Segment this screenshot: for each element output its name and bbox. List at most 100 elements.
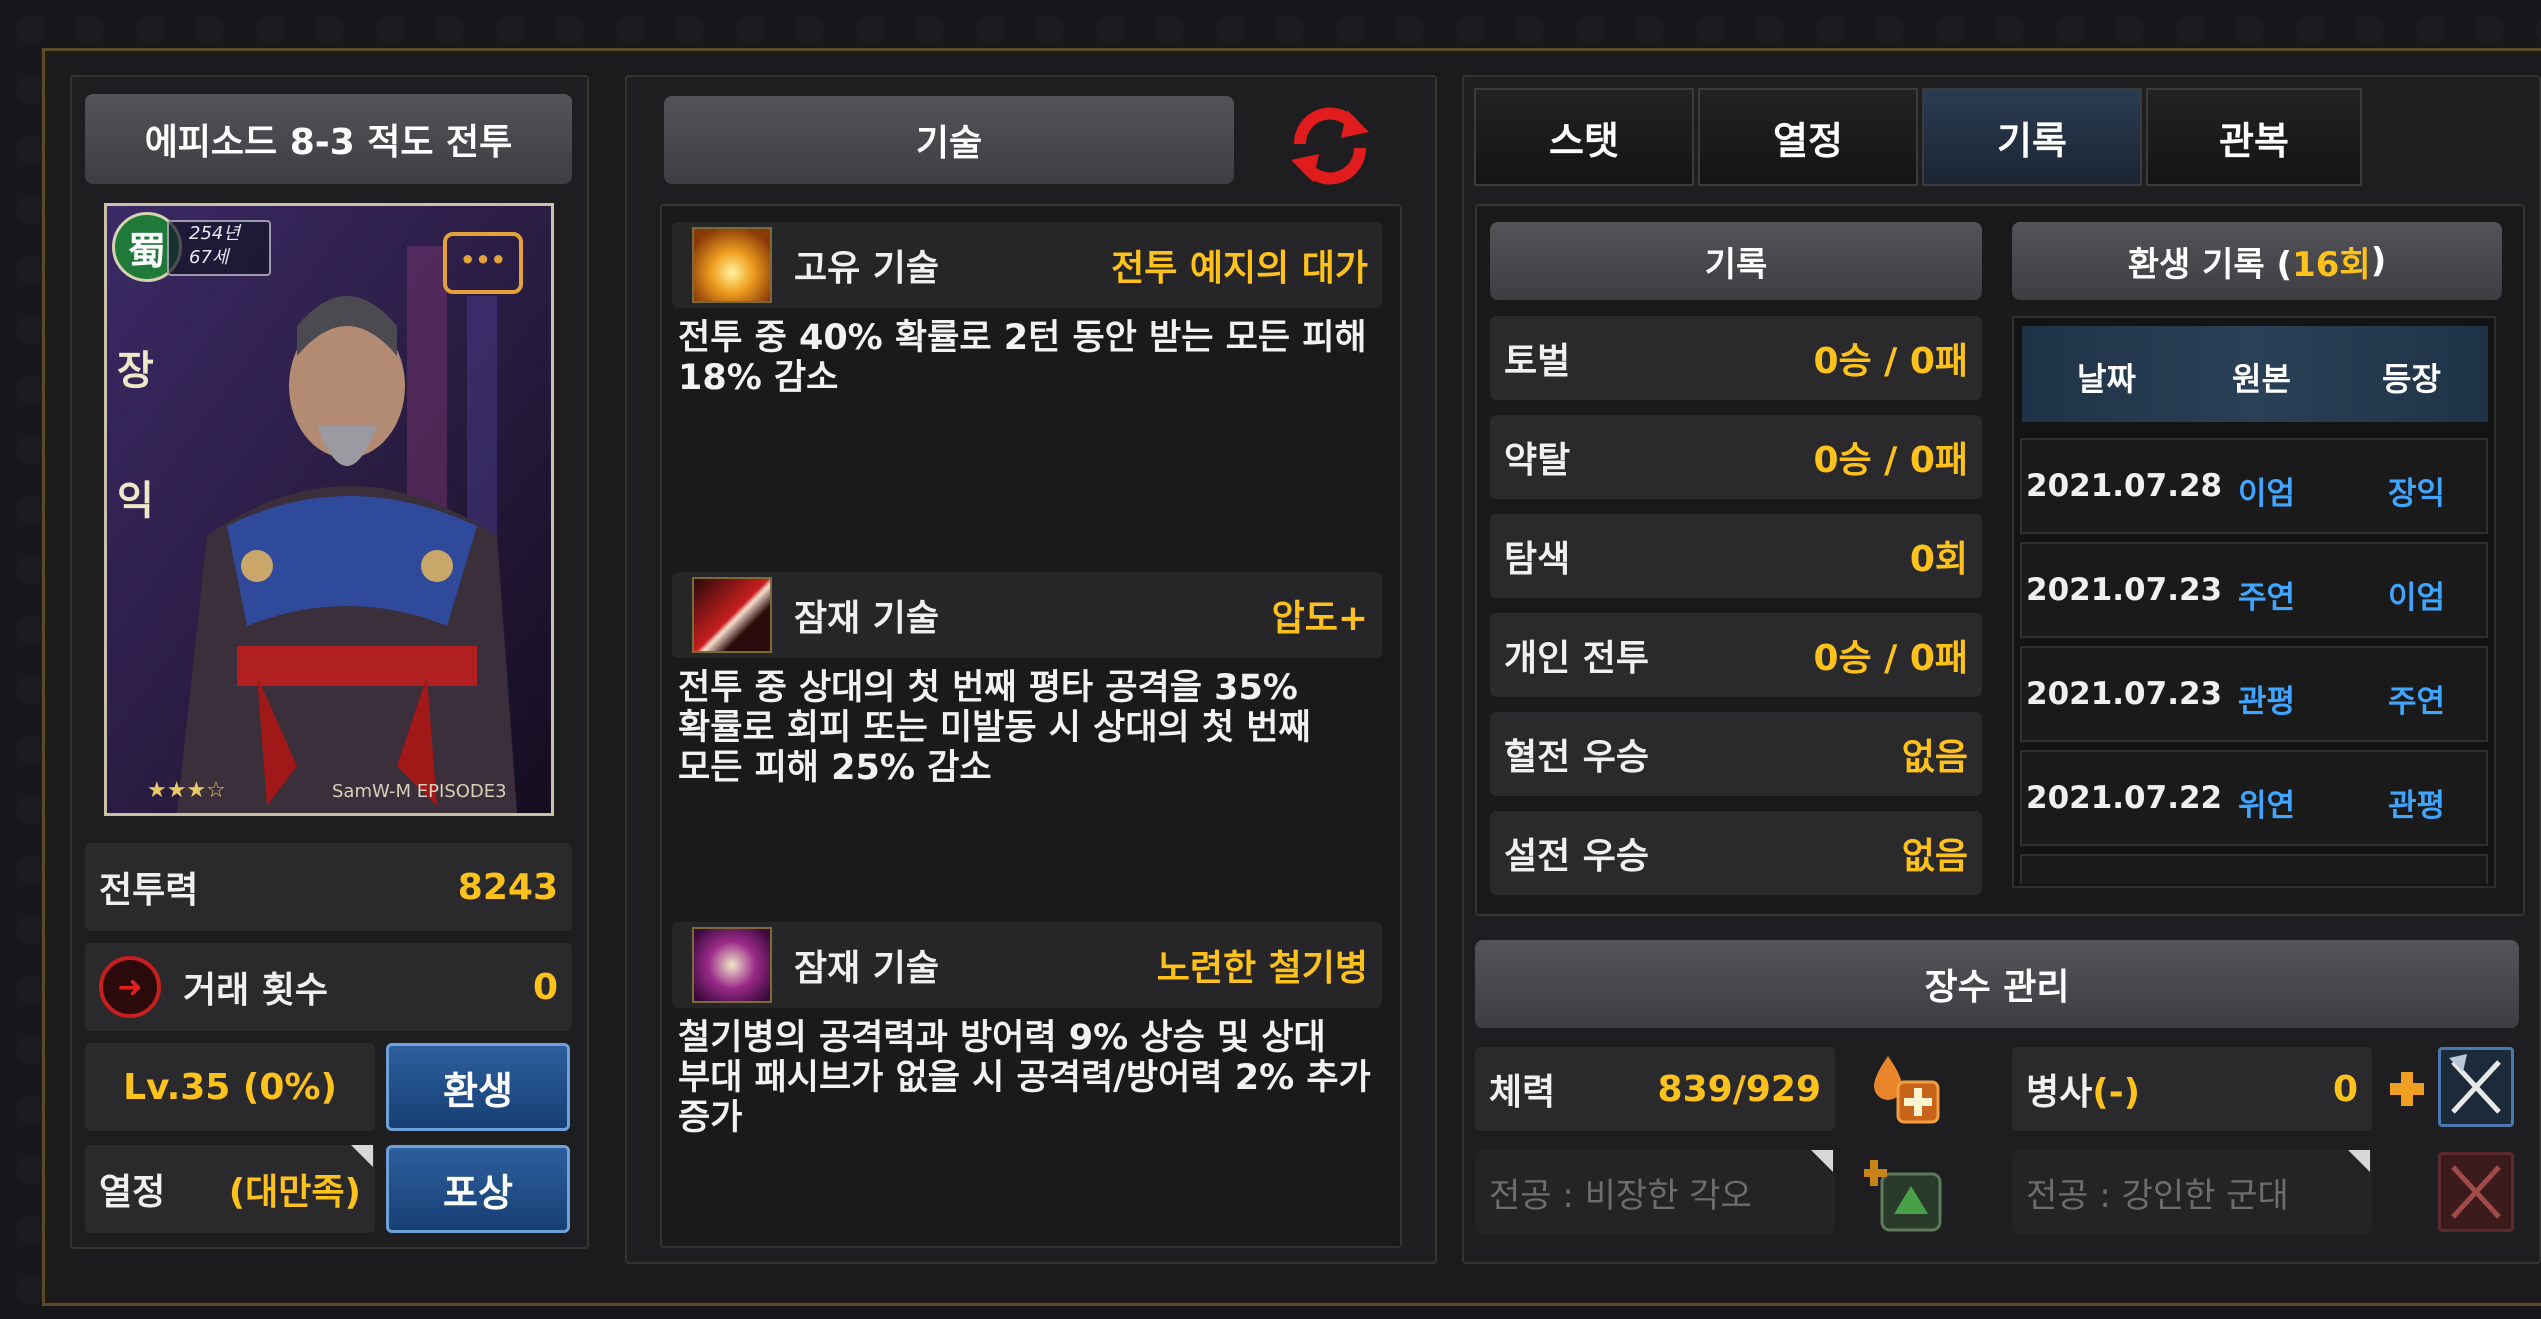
troop-suffix: (-)	[2092, 1072, 2141, 1113]
record-row-personal-battle: 개인 전투 0승 / 0패	[1490, 613, 1982, 697]
level-text: Lv.35 (0%)	[123, 1066, 337, 1108]
rebirth-to: 이엄	[2388, 580, 2446, 616]
troop-row: 병사(-) 0	[2012, 1047, 2372, 1131]
latent-skill-1-icon	[692, 577, 772, 653]
rebirth-from: 위연	[2238, 788, 2296, 824]
skill-name-3: 노련한 철기병	[1156, 948, 1368, 989]
add-troop-icon[interactable]	[2388, 1070, 2426, 1108]
merit-2-badge-icon[interactable]	[2438, 1152, 2514, 1232]
tab-outfit-label: 관복	[2219, 118, 2289, 163]
management-title: 장수 관리	[1475, 940, 2519, 1028]
hp-potion-icon[interactable]	[1868, 1052, 1944, 1128]
level-row: Lv.35 (0%)	[85, 1043, 375, 1131]
record-value-6: 없음	[1901, 836, 1968, 877]
arrow-right-icon[interactable]: ➜	[99, 956, 161, 1018]
skill-desc-3: 철기병의 공격력과 방어력 9% 상승 및 상대 부대 패시브가 없을 시 공격…	[678, 1018, 1398, 1138]
power-value: 8243	[457, 866, 558, 908]
rebirth-date: 2021.07.22	[2026, 780, 2223, 816]
reward-button[interactable]: 포상	[386, 1145, 570, 1233]
merit-slot-2[interactable]: 전공 : 강인한 군대	[2012, 1150, 2372, 1234]
year-badge: 254년 67세	[167, 220, 271, 276]
record-label-4: 개인 전투	[1504, 638, 1650, 679]
power-row: 전투력 8243	[85, 843, 572, 931]
skill-name-1: 전투 예지의 대가	[1111, 248, 1368, 289]
rebirth-row: 2021.07.22 위연 관평	[2020, 750, 2488, 846]
skill-desc-1-line-2: 18% 감소	[678, 358, 839, 398]
rebirth-title-prefix: 환생 기록 (	[2127, 244, 2293, 285]
power-label: 전투력	[99, 870, 199, 911]
rebirth-button[interactable]: 환생	[386, 1043, 570, 1131]
trade-row: ➜ 거래 횟수 0	[85, 943, 572, 1031]
passion-label: 열정	[99, 1172, 166, 1213]
rebirth-header-to: 등장	[2382, 360, 2441, 398]
episode-title-text: 에피소드 8-3 적도 전투	[144, 122, 513, 163]
rebirth-header-date: 날짜	[2077, 360, 2136, 398]
crossed-axes-icon[interactable]	[2438, 1047, 2514, 1127]
record-value-2: 0승 / 0패	[1813, 440, 1968, 481]
records-title: 기록	[1490, 222, 1982, 300]
record-label-3: 탐색	[1504, 539, 1571, 580]
rebirth-count: 16회	[2292, 244, 2371, 285]
record-value-4: 0승 / 0패	[1813, 638, 1968, 679]
chat-icon[interactable]: •••	[443, 232, 523, 294]
tab-stats-label: 스탯	[1549, 118, 1619, 163]
rebirth-title-suffix: )	[2370, 241, 2387, 281]
skill-desc-2-line-1: 전투 중 상대의 첫 번째 평타 공격을 35%	[678, 668, 1298, 708]
merit-2-corner-icon	[2348, 1150, 2370, 1172]
management-title-text: 장수 관리	[1924, 967, 2070, 1008]
rebirth-to: 장익	[2388, 476, 2446, 512]
skill-row-unique[interactable]: 고유 기술 전투 예지의 대가	[672, 222, 1382, 308]
tab-records[interactable]: 기록	[1922, 88, 2142, 186]
record-row-debate: 설전 우승 없음	[1490, 811, 1982, 895]
skill-type-1: 고유 기술	[794, 248, 940, 289]
rebirth-row: 2021.07.23 주연 이엄	[2020, 542, 2488, 638]
skill-desc-2-line-2: 확률로 회피 또는 미발동 시 상대의 첫 번째	[678, 708, 1311, 748]
rebirth-row: 2021.07.28 이엄 장익	[2020, 438, 2488, 534]
tab-records-label: 기록	[1997, 118, 2067, 163]
skill-desc-2: 전투 중 상대의 첫 번째 평타 공격을 35% 확률로 회피 또는 미발동 시…	[678, 668, 1378, 788]
skill-row-latent-2[interactable]: 잠재 기술 노련한 철기병	[672, 922, 1382, 1008]
record-label-5: 혈전 우승	[1504, 737, 1650, 778]
hp-row: 체력 839/929	[1475, 1047, 1835, 1131]
record-row-explore: 탐색 0회	[1490, 514, 1982, 598]
merit-1-badge-icon[interactable]	[1861, 1158, 1946, 1234]
age-text: 67세	[189, 247, 229, 268]
skill-desc-3-line-2: 부대 패시브가 없을 시 공격력/방어력 2% 추가	[678, 1058, 1371, 1098]
episode-title: 에피소드 8-3 적도 전투	[85, 94, 572, 184]
refresh-icon[interactable]	[1285, 102, 1375, 190]
record-value-1: 0승 / 0패	[1813, 341, 1968, 382]
merit-slot-1[interactable]: 전공 : 비장한 각오	[1475, 1150, 1835, 1234]
skill-name-2: 압도+	[1271, 598, 1368, 639]
tab-passion-label: 열정	[1773, 118, 1843, 163]
troop-value: 0	[2332, 1068, 2358, 1110]
merit-1-corner-icon	[1811, 1150, 1833, 1172]
rebirth-row: 2021.07.23 관평 주연	[2020, 646, 2488, 742]
troop-label-group: 병사(-)	[2026, 1063, 2140, 1115]
merit-1-text: 전공 : 비장한 각오	[1489, 1175, 1752, 1216]
record-label-6: 설전 우승	[1504, 836, 1650, 877]
rebirth-title: 환생 기록 (16회)	[2012, 222, 2502, 300]
skill-desc-1-line-1: 전투 중 40% 확률로 2턴 동안 받는 모든 피해	[678, 318, 1367, 358]
record-label-1: 토벌	[1504, 341, 1571, 382]
rebirth-to: 관평	[2388, 788, 2446, 824]
merit-2-text: 전공 : 강인한 군대	[2026, 1175, 2289, 1216]
skill-row-latent-1[interactable]: 잠재 기술 압도+	[672, 572, 1382, 658]
record-row-bloodbattle: 혈전 우승 없음	[1490, 712, 1982, 796]
skill-desc-3-line-1: 철기병의 공격력과 방어력 9% 상승 및 상대	[678, 1018, 1326, 1058]
tab-stats[interactable]: 스탯	[1474, 88, 1694, 186]
skill-type-2: 잠재 기술	[794, 598, 940, 639]
trade-label: 거래 횟수	[183, 970, 329, 1011]
corner-marker-icon	[351, 1145, 373, 1167]
rebirth-from: 주연	[2238, 580, 2296, 616]
tab-passion[interactable]: 열정	[1698, 88, 1918, 186]
general-card[interactable]: 蜀 254년 67세 ••• 장익 ★★★☆ SamW-M EPISODE3	[104, 203, 554, 816]
tab-outfit[interactable]: 관복	[2146, 88, 2362, 186]
rebirth-header-from: 원본	[2232, 360, 2291, 398]
record-value-3: 0회	[1909, 539, 1968, 580]
hp-value: 839/929	[1657, 1068, 1821, 1110]
general-portrait	[107, 206, 551, 813]
skill-desc-3-line-3: 증가	[678, 1098, 743, 1138]
passion-value: (대만족)	[228, 1172, 361, 1213]
record-row-plunder: 약탈 0승 / 0패	[1490, 415, 1982, 499]
trade-value: 0	[532, 966, 558, 1008]
